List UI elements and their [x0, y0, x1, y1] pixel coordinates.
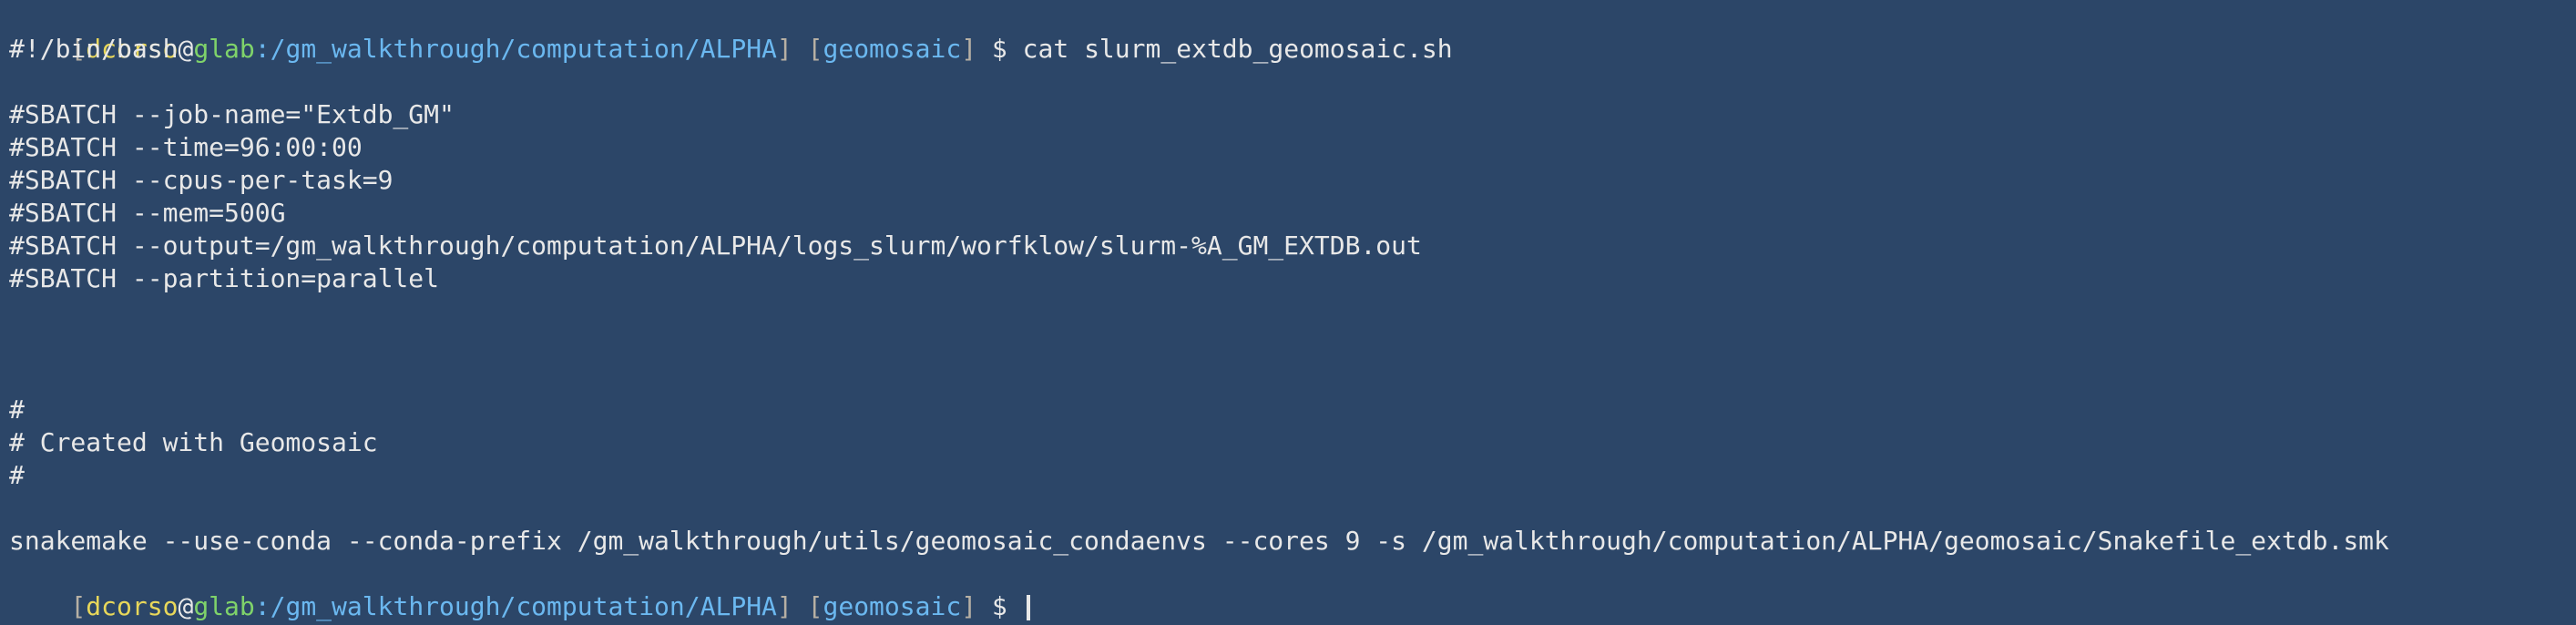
prompt-close-bracket: ]	[776, 34, 792, 64]
prompt-user: dcorso	[86, 591, 179, 621]
comment-created-with: # Created with Geomosaic	[9, 427, 378, 457]
prompt-path: /gm_walkthrough/computation/ALPHA	[270, 591, 777, 621]
prompt-path: /gm_walkthrough/computation/ALPHA	[270, 34, 777, 64]
sbatch-output: #SBATCH --output=/gm_walkthrough/computa…	[9, 231, 1422, 261]
terminal-window[interactable]: [dcorso@glab:/gm_walkthrough/computation…	[0, 0, 2576, 625]
prompt-close-bracket: ]	[776, 591, 792, 621]
sbatch-partition: #SBATCH --partition=parallel	[9, 263, 440, 293]
prompt-at: @	[178, 591, 194, 621]
prompt-colon: :	[254, 591, 271, 621]
prompt-env-open: [	[792, 591, 823, 621]
prompt-env: geomosaic	[823, 34, 962, 64]
prompt-line-command: [dcorso@glab:/gm_walkthrough/computation…	[9, 0, 2576, 64]
prompt-host: glab	[193, 34, 255, 64]
prompt-env-close: ]	[961, 591, 977, 621]
blank-lines	[9, 295, 2576, 361]
prompt-host: glab	[193, 591, 255, 621]
prompt-open-bracket: [	[70, 591, 87, 621]
sbatch-mem: #SBATCH --mem=500G	[9, 198, 286, 228]
comment-hash-top: #	[9, 394, 25, 425]
prompt-env-close: ]	[961, 34, 977, 64]
prompt-dollar: $	[976, 591, 1023, 621]
prompt-dollar: $	[976, 34, 1023, 64]
prompt-line-active[interactable]: [dcorso@glab:/gm_walkthrough/computation…	[9, 558, 2576, 621]
comment-hash-bottom: #	[9, 460, 25, 490]
prompt-colon: :	[254, 34, 271, 64]
sbatch-job-name: #SBATCH --job-name="Extdb_GM"	[9, 99, 455, 129]
prompt-env: geomosaic	[823, 591, 962, 621]
sbatch-time: #SBATCH --time=96:00:00	[9, 132, 363, 162]
prompt-at: @	[178, 34, 194, 64]
snakemake-command: snakemake --use-conda --conda-prefix /gm…	[9, 526, 2389, 556]
sbatch-cpus: #SBATCH --cpus-per-task=9	[9, 165, 394, 195]
text-cursor[interactable]	[1026, 595, 1030, 620]
prompt-env-open: [	[792, 34, 823, 64]
entered-command: cat slurm_extdb_geomosaic.sh	[1022, 34, 1453, 64]
